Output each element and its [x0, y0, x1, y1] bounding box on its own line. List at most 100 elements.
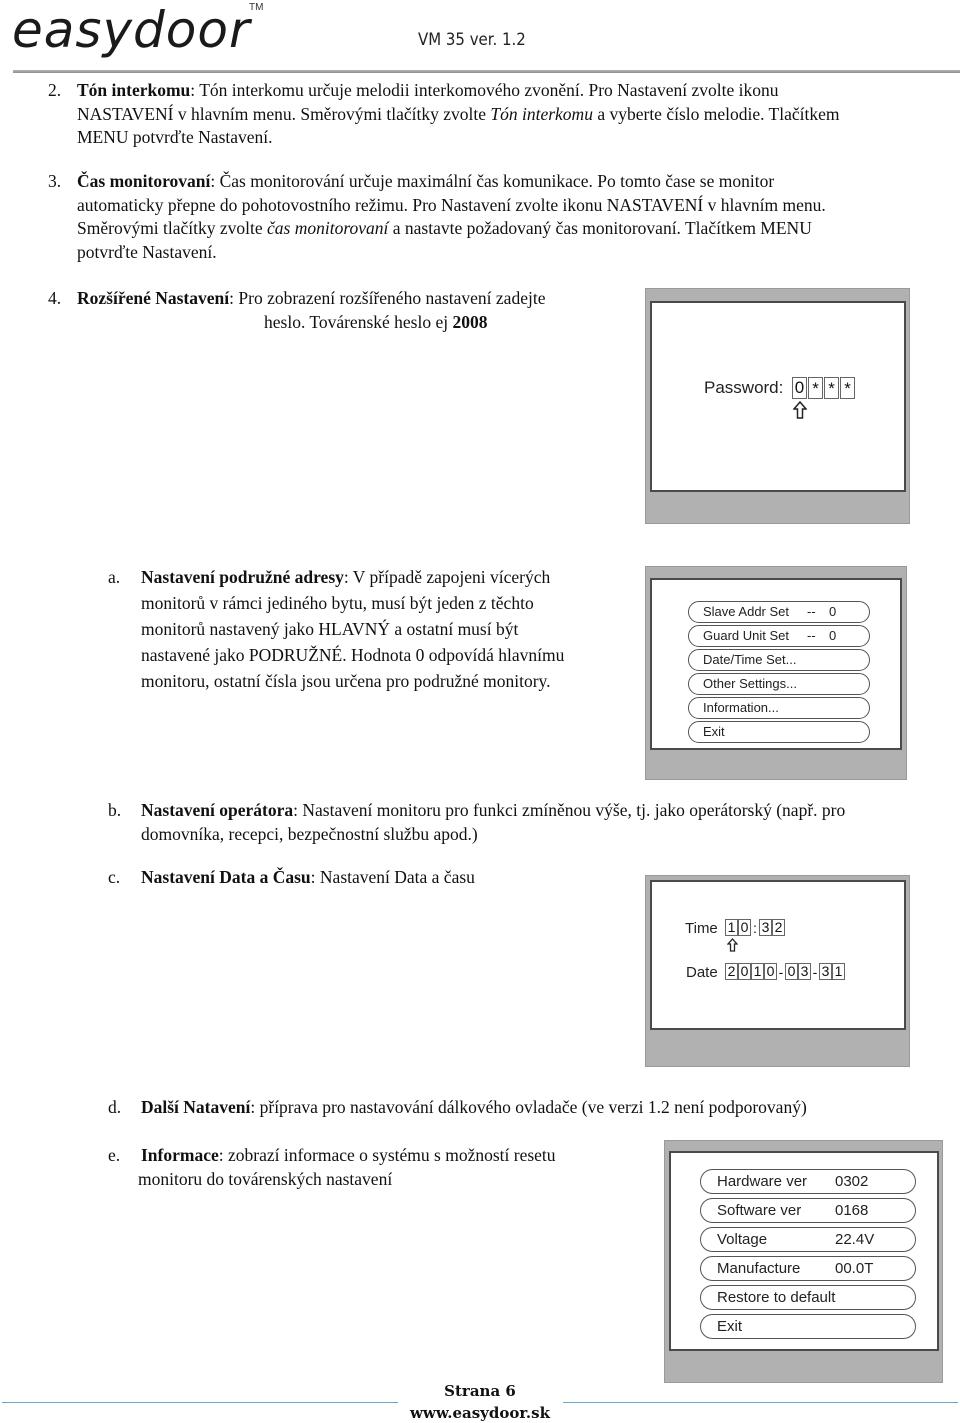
info-item-hardware-ver[interactable]: Hardware ver 0302 [700, 1169, 916, 1194]
info-item-value: 0302 [835, 1173, 869, 1190]
section-2-tone: Tón interkomu: Tón interkomu určuje melo… [77, 79, 957, 150]
section-2-italic: Tón interkomu [490, 103, 593, 124]
date-separator: - [812, 963, 818, 980]
menu-item-guard-unit-set[interactable]: Guard Unit Set -- 0 [688, 625, 870, 647]
section-a-text: monitoru, ostatní čísla jsou určena pro … [141, 671, 551, 691]
date-digit[interactable]: 0 [764, 963, 777, 980]
date-label: Date [686, 964, 718, 981]
factory-password: 2008 [452, 311, 488, 332]
section-3-text: Směrovými tlačítky zvolte [77, 218, 268, 238]
time-digit[interactable]: 1 [725, 919, 738, 936]
page-number: Strana 6 [444, 1382, 516, 1400]
section-e-text: : zobrazí informace o systému s možností… [218, 1145, 556, 1165]
menu-item-label: Slave Addr Set [703, 604, 789, 619]
up-arrow-icon [792, 400, 808, 424]
date-digit[interactable]: 2 [725, 963, 738, 980]
menu-item-label: Date/Time Set... [703, 652, 797, 667]
section-3-number: 3. [48, 171, 62, 191]
info-item-label: Restore to default [717, 1289, 836, 1306]
menu-item-other-settings[interactable]: Other Settings... [688, 673, 870, 695]
section-2-number: 2. [48, 80, 62, 100]
website-link[interactable]: www.easydoor.sk [380, 1402, 580, 1423]
section-d-other-settings: Další Natavení: příprava pro nastavování… [141, 1096, 956, 1120]
info-item-label: Software ver [717, 1202, 802, 1219]
date-digit[interactable]: 0 [738, 963, 751, 980]
section-2-text: NASTAVENÍ v hlavním menu. Směrovými tlač… [77, 103, 491, 124]
section-4-text: : Pro zobrazení rozšířeného nastavení za… [229, 288, 546, 308]
section-c-title: Nastavení Data a Času [141, 867, 311, 887]
password-digits: 0 * * * [792, 377, 855, 399]
info-item-value: 22.4V [835, 1231, 875, 1248]
section-a-slave-address: Nastavení podružné adresy: V případě zap… [141, 564, 641, 694]
section-b-text: : Nastavení monitoru pro funkci zmíněnou… [293, 800, 846, 820]
menu-item-exit[interactable]: Exit [688, 721, 870, 743]
section-a-text: : V případě zapojeni vícerých [343, 567, 551, 587]
menu-item-label: Other Settings... [703, 676, 797, 691]
logo-text: easydoor [12, 1, 251, 59]
date-digits: 2 0 1 0 - 0 3 - 3 1 [725, 963, 845, 980]
section-4-text: heslo. Továrenské heslo ej [264, 311, 453, 332]
section-a-text: monitorů nastavený jako HLAVNÝ a ostatní… [141, 619, 519, 639]
info-item-software-ver[interactable]: Software ver 0168 [700, 1198, 916, 1223]
info-item-restore-default[interactable]: Restore to default [700, 1285, 916, 1310]
password-label: Password: [704, 378, 784, 397]
menu-item-value: 0 [829, 604, 837, 619]
password-digit[interactable]: * [824, 377, 839, 399]
date-digit[interactable]: 1 [751, 963, 764, 980]
section-3-text: a nastavte požadovaný čas monitorovaní. … [388, 218, 812, 238]
date-digit[interactable]: 0 [785, 963, 798, 980]
menu-item-information[interactable]: Information... [688, 697, 870, 719]
easydoor-logo: easydoor [12, 0, 251, 60]
time-separator: : [753, 919, 757, 936]
document-version: VM 35 ver. 1.2 [418, 30, 526, 50]
section-e-text: monitoru do továrenských nastavení [138, 1168, 393, 1189]
section-e-letter: e. [108, 1145, 121, 1165]
info-item-exit[interactable]: Exit [700, 1314, 916, 1339]
password-digit[interactable]: * [840, 377, 855, 399]
section-b-title: Nastavení operátora [141, 800, 294, 820]
section-d-title: Další Natavení [141, 1097, 251, 1117]
date-digit[interactable]: 3 [819, 963, 832, 980]
time-digit[interactable]: 2 [772, 919, 785, 936]
section-c-text: : Nastavení Data a času [310, 867, 475, 887]
section-a-letter: a. [108, 567, 121, 587]
menu-item-slave-addr-set[interactable]: Slave Addr Set -- 0 [688, 601, 870, 623]
section-d-letter: d. [108, 1097, 122, 1117]
menu-item-date-time-set[interactable]: Date/Time Set... [688, 649, 870, 671]
section-3-text: : Čas monitorování určuje maximální čas … [210, 171, 775, 191]
info-item-label: Voltage [717, 1231, 768, 1248]
info-item-label: Exit [717, 1318, 743, 1335]
info-item-value: 00.0T [835, 1260, 874, 1277]
date-digit[interactable]: 1 [832, 963, 845, 980]
section-2-text: a vyberte číslo melodie. Tlačítkem [592, 103, 840, 124]
datetime-screen-display: Time 1 0 : 3 2 Date 2 0 1 0 - 0 3 - 3 1 [650, 880, 906, 1030]
password-screen-display: Password: 0 * * * [650, 301, 906, 492]
time-digit[interactable]: 3 [759, 919, 772, 936]
time-digit[interactable]: 0 [738, 919, 751, 936]
info-item-voltage[interactable]: Voltage 22.4V [700, 1227, 916, 1252]
section-2-text: : Tón interkomu určuje melodii interkomo… [190, 80, 779, 100]
section-e-title: Informace [141, 1145, 219, 1165]
section-2-title: Tón interkomu [77, 80, 191, 100]
footer-divider-right [563, 1402, 958, 1403]
password-screen: Password: 0 * * * [645, 288, 910, 524]
menu-item-separator: -- [807, 628, 816, 643]
section-a-title: Nastavení podružné adresy [141, 567, 344, 587]
trademark-symbol: TM [249, 2, 264, 13]
password-digit[interactable]: 0 [792, 377, 807, 399]
section-e-information: Informace: zobrazí informace o systému s… [138, 1144, 641, 1191]
info-item-manufacture[interactable]: Manufacture 00.0T [700, 1256, 916, 1281]
settings-menu-display: Slave Addr Set -- 0 Guard Unit Set -- 0 … [650, 578, 902, 750]
section-4-extended-settings: Rozšířené Nastavení: Pro zobrazení rozší… [77, 287, 637, 334]
settings-menu-screen: Slave Addr Set -- 0 Guard Unit Set -- 0 … [645, 566, 907, 780]
section-a-text: monitorů v rámci jediného bytu, musí být… [141, 593, 534, 613]
section-b-letter: b. [108, 800, 122, 820]
menu-item-separator: -- [807, 604, 816, 619]
info-item-label: Hardware ver [717, 1173, 808, 1190]
section-3-italic: čas monitorovaní [267, 218, 389, 238]
section-3-text: potvrďte Nastavení. [77, 241, 217, 262]
time-digits: 1 0 : 3 2 [725, 919, 785, 936]
section-4-number: 4. [48, 288, 62, 308]
password-digit[interactable]: * [808, 377, 823, 399]
date-digit[interactable]: 3 [798, 963, 811, 980]
